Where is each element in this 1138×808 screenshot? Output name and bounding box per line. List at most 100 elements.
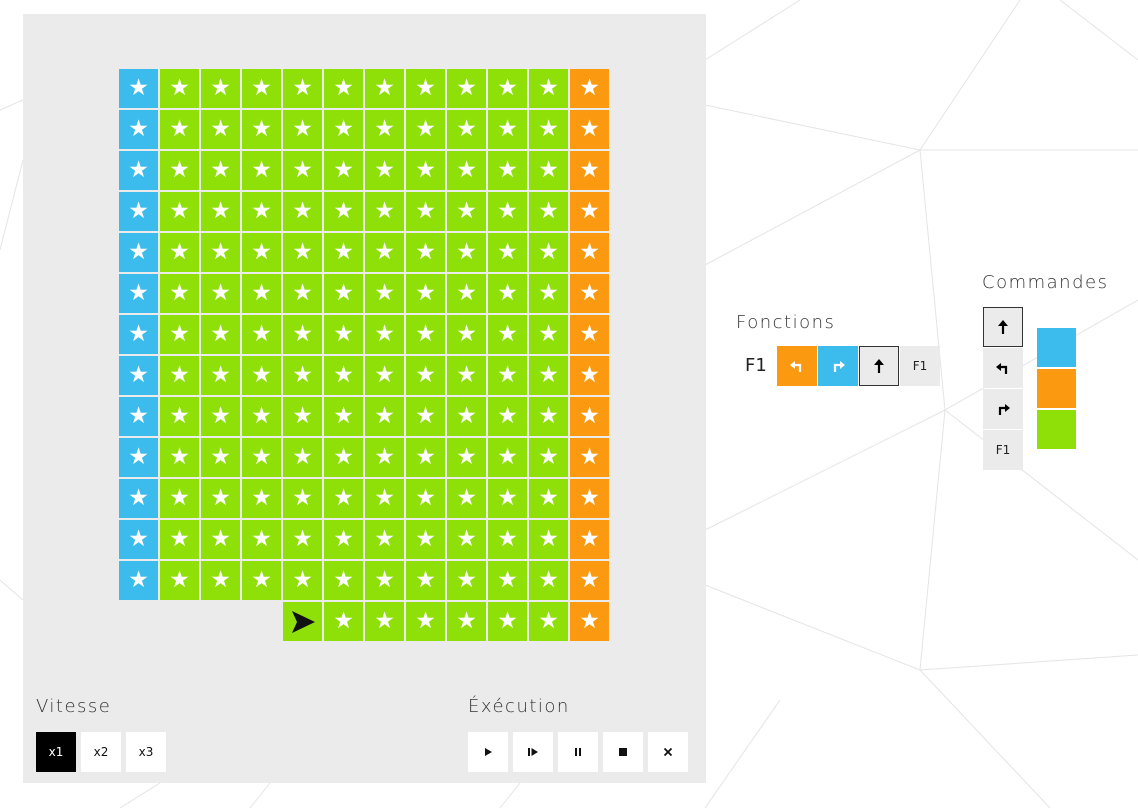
- star-icon: ★: [251, 567, 272, 593]
- star-icon: ★: [456, 239, 477, 265]
- board-cell-green: ★: [283, 356, 322, 395]
- star-icon: ★: [538, 239, 559, 265]
- board-cell-green: ★: [324, 561, 363, 600]
- board-cell-orange: ★: [570, 69, 609, 108]
- star-icon: ★: [128, 239, 149, 265]
- board-cell-green: ★: [447, 274, 486, 313]
- board-cell-green: ★: [324, 110, 363, 149]
- board-cell-green: ★: [160, 315, 199, 354]
- star-icon: ★: [374, 526, 395, 552]
- f1-slot-1[interactable]: [777, 346, 817, 386]
- pause-button[interactable]: [558, 732, 598, 772]
- board-cell-green: ★: [488, 561, 527, 600]
- board-cell-green: ★: [242, 561, 281, 600]
- star-icon: ★: [538, 526, 559, 552]
- color-orange-swatch[interactable]: [1037, 369, 1076, 408]
- board-cell-green: ★: [406, 192, 445, 231]
- star-icon: ★: [169, 403, 190, 429]
- star-icon: ★: [415, 198, 436, 224]
- f1-slot-3[interactable]: [859, 346, 899, 386]
- board-cell-green: ★: [447, 520, 486, 559]
- board-cell-green: ★: [406, 520, 445, 559]
- board-cell-green: ★: [447, 479, 486, 518]
- star-icon: ★: [456, 403, 477, 429]
- board-cell-green: ★: [242, 69, 281, 108]
- star-icon: ★: [292, 403, 313, 429]
- board-cell-green: ★: [447, 69, 486, 108]
- stop-button[interactable]: [603, 732, 643, 772]
- star-icon: ★: [456, 608, 477, 634]
- speed-x1-button[interactable]: x1: [36, 732, 76, 772]
- board-cell-green: ★: [488, 438, 527, 477]
- board-cell-green: ★: [365, 233, 404, 272]
- f1-slot-4[interactable]: F1: [900, 346, 940, 386]
- board-cell-green: ★: [447, 561, 486, 600]
- board-cell-blue: ★: [119, 69, 158, 108]
- board-cell-green: ★: [160, 356, 199, 395]
- star-icon: ★: [538, 75, 559, 101]
- board-cell-green: ★: [529, 69, 568, 108]
- star-icon: ★: [128, 116, 149, 142]
- star-icon: ★: [456, 157, 477, 183]
- board-cell-green: ★: [201, 69, 240, 108]
- board-cell-green: ★: [324, 274, 363, 313]
- speed-x3-button[interactable]: x3: [126, 732, 166, 772]
- board-cell-green: ★: [283, 315, 322, 354]
- color-blue-swatch[interactable]: [1037, 328, 1076, 367]
- turn-right-icon: [998, 404, 1010, 415]
- star-icon: ★: [169, 526, 190, 552]
- board-cell-green: ★: [324, 69, 363, 108]
- star-icon: ★: [128, 526, 149, 552]
- execution-title: Éxécution: [468, 696, 570, 717]
- board-cell-green: ★: [324, 356, 363, 395]
- board-cell-green: ★: [447, 397, 486, 436]
- f1-slot-2[interactable]: [818, 346, 858, 386]
- board-cell-green: ★: [447, 438, 486, 477]
- star-icon: ★: [128, 403, 149, 429]
- board-cell-orange: ★: [570, 397, 609, 436]
- star-icon: ★: [210, 444, 231, 470]
- star-icon: ★: [333, 280, 354, 306]
- command-f1-button[interactable]: F1: [983, 430, 1023, 470]
- star-icon: ★: [456, 567, 477, 593]
- board-cell-orange: ★: [570, 110, 609, 149]
- star-icon: ★: [579, 239, 600, 265]
- board-cell-green: ★: [242, 397, 281, 436]
- board-cell-green: ★: [242, 274, 281, 313]
- star-icon: ★: [333, 403, 354, 429]
- board-cell-green: ★: [160, 479, 199, 518]
- board-cell-green: ★: [201, 110, 240, 149]
- star-icon: ★: [251, 280, 272, 306]
- star-icon: ★: [415, 116, 436, 142]
- board-cell-green: ★: [529, 151, 568, 190]
- star-icon: ★: [579, 526, 600, 552]
- command-forward-button[interactable]: [983, 307, 1023, 347]
- star-icon: ★: [456, 321, 477, 347]
- command-turn-left-button[interactable]: [983, 348, 1023, 388]
- color-green-swatch[interactable]: [1037, 410, 1076, 449]
- speed-x2-button[interactable]: x2: [81, 732, 121, 772]
- board-cell-green: ★: [242, 233, 281, 272]
- board-cell-green: ★: [283, 274, 322, 313]
- board-cell-green: ★: [283, 561, 322, 600]
- star-icon: ★: [374, 444, 395, 470]
- board-cell-green: ★: [283, 438, 322, 477]
- board-cell-green: ★: [201, 438, 240, 477]
- step-button[interactable]: [513, 732, 553, 772]
- star-icon: ★: [579, 485, 600, 511]
- board-cell-green: ★: [406, 274, 445, 313]
- board-cell-green: ★: [365, 356, 404, 395]
- board-cell-green: ★: [529, 520, 568, 559]
- star-icon: ★: [210, 116, 231, 142]
- star-icon: ★: [169, 280, 190, 306]
- board-cell-green: ★: [529, 192, 568, 231]
- board-cell-green: ★: [488, 315, 527, 354]
- star-icon: ★: [538, 321, 559, 347]
- clear-button[interactable]: [648, 732, 688, 772]
- star-icon: ★: [374, 321, 395, 347]
- command-turn-right-button[interactable]: [983, 389, 1023, 429]
- board-cell-orange: ★: [570, 233, 609, 272]
- pause-icon: [575, 748, 581, 756]
- board-cell-green: ★: [365, 561, 404, 600]
- play-button[interactable]: [468, 732, 508, 772]
